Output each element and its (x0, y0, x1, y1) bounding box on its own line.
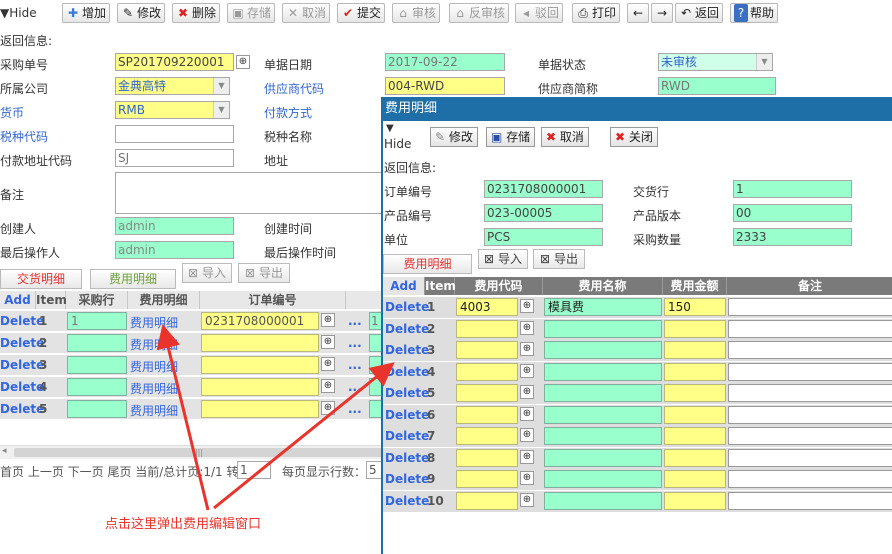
annotation-arrows (156, 324, 395, 511)
arrow-to-fee-link (156, 324, 210, 511)
arrow-to-popup (213, 362, 395, 510)
